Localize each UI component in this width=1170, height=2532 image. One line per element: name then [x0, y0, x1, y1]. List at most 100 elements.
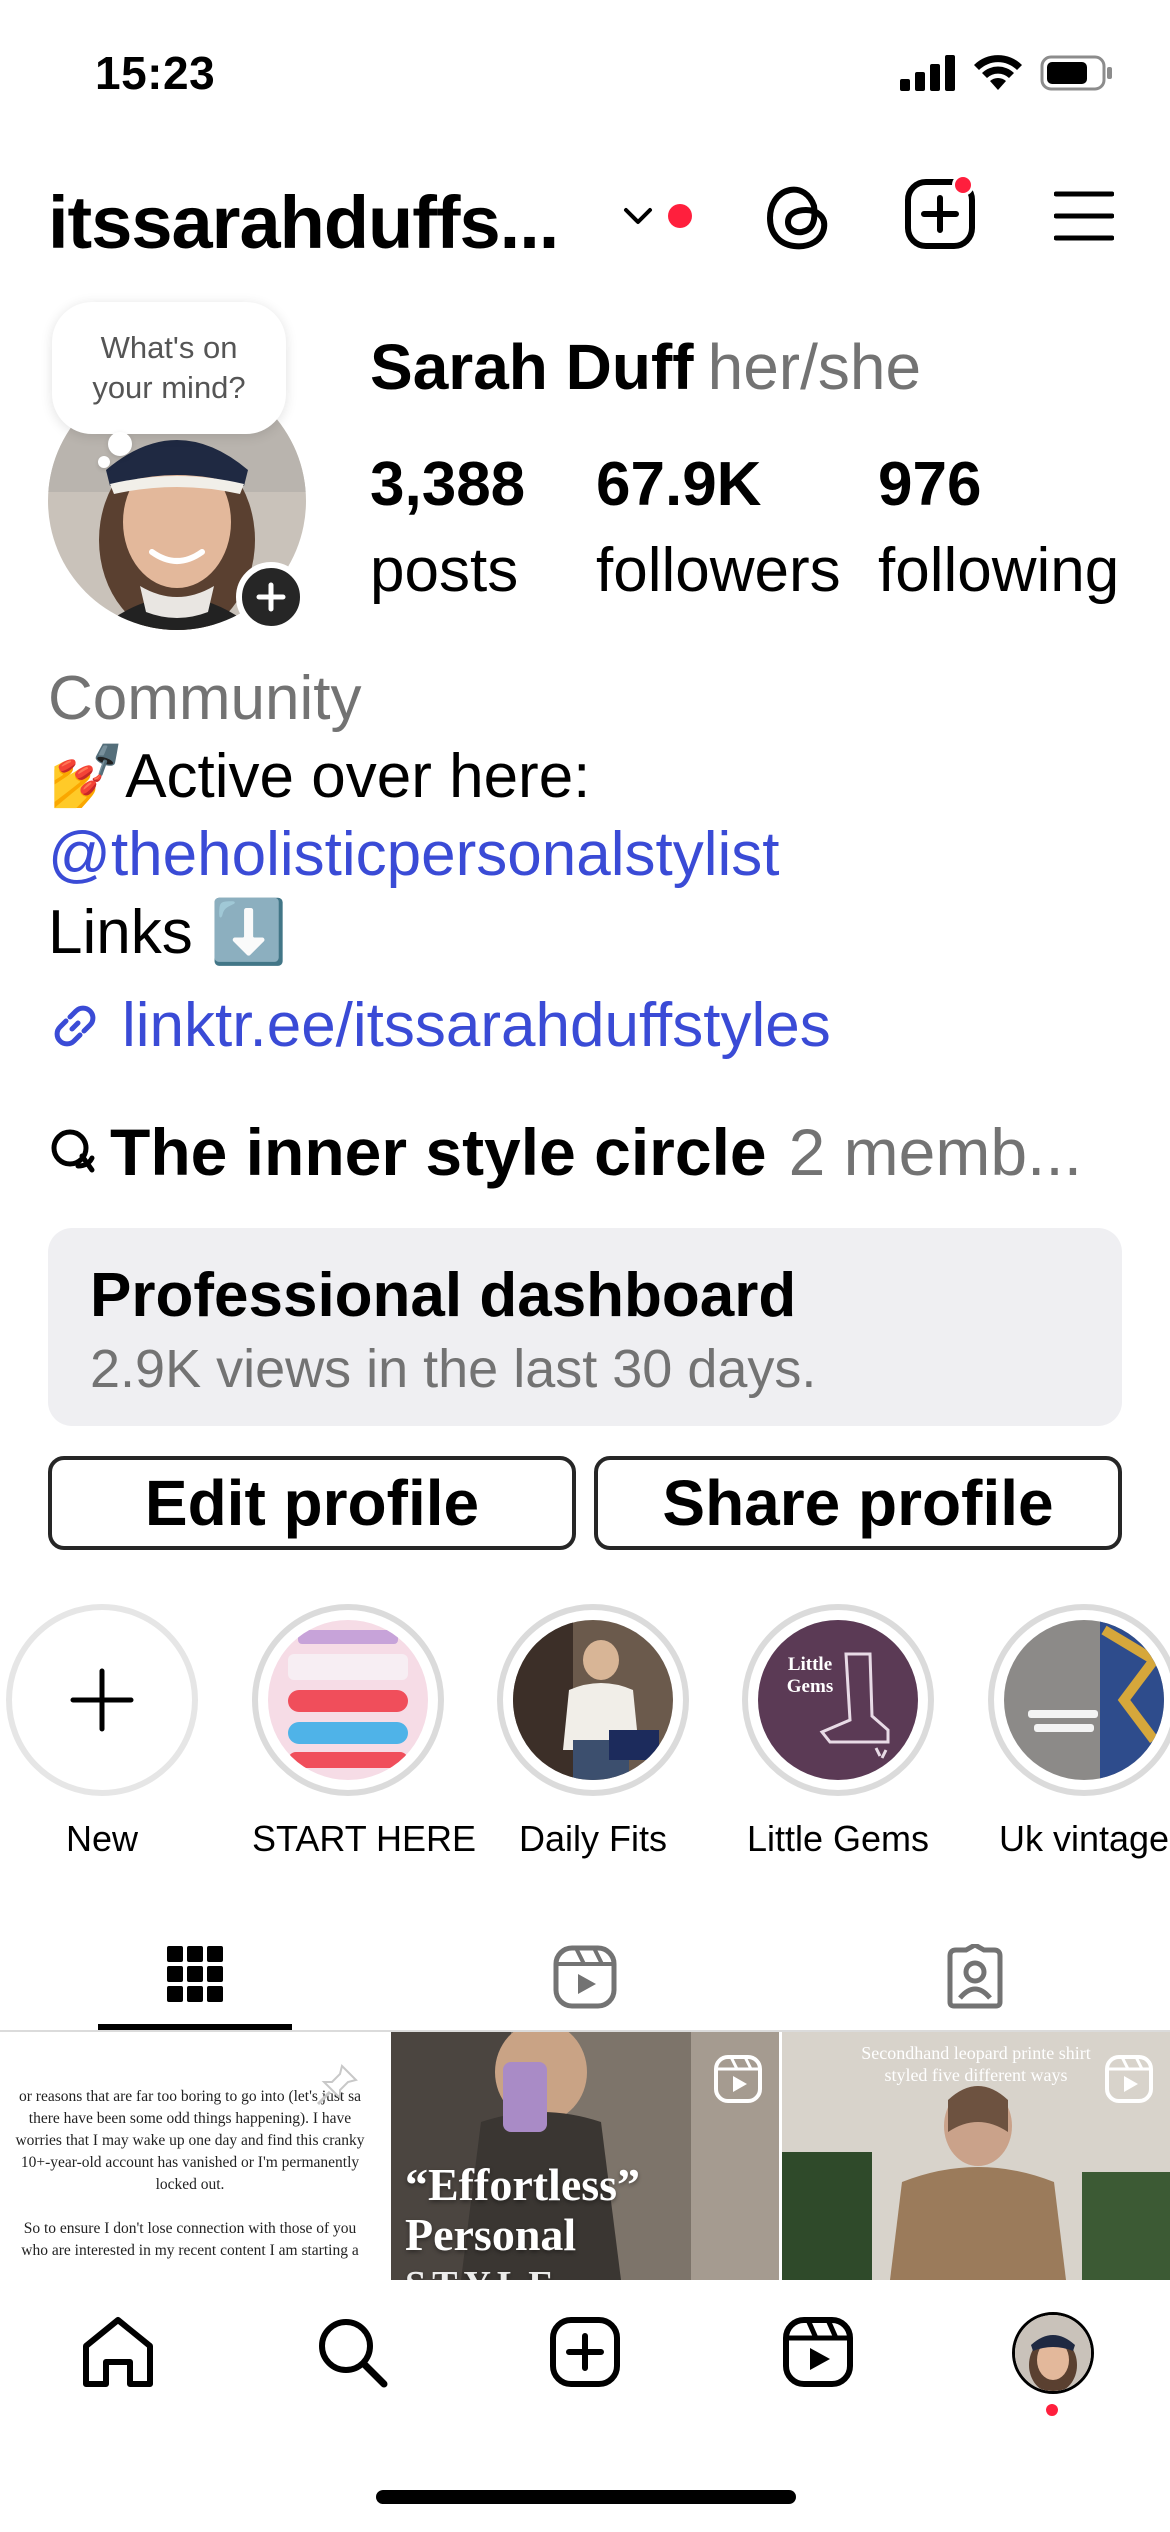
profile-tab-avatar[interactable] [1012, 2312, 1094, 2394]
reel-badge-icon [714, 2055, 762, 2103]
highlight-cover-image [513, 1620, 673, 1780]
add-story-button[interactable] [236, 562, 306, 632]
highlight-cover [268, 1620, 428, 1780]
menu-icon[interactable] [1054, 190, 1114, 242]
note-prompt-line2: your mind? [92, 370, 246, 405]
profile-name-row: Sarah Duff her/she [370, 330, 921, 404]
tagged-user-icon [947, 1944, 1003, 2009]
stat-following[interactable]: 976 following [878, 442, 1119, 614]
professional-dashboard-card[interactable]: Professional dashboard 2.9K views in the… [48, 1228, 1122, 1426]
dashboard-subtitle: 2.9K views in the last 30 days. [90, 1339, 817, 1399]
highlight-cover [513, 1620, 673, 1780]
plus-icon [70, 1668, 134, 1732]
post-thumbnail[interactable]: Secondhand leopard printe shirt styled f… [782, 2032, 1170, 2280]
home-icon[interactable] [78, 2312, 158, 2392]
tab-tagged[interactable] [878, 1924, 1072, 2030]
highlight-label: Little Gems [746, 1818, 930, 1859]
highlight-cover: Little Gems [758, 1620, 918, 1780]
post-thumbnail[interactable]: or reasons that are far too boring to go… [0, 2032, 388, 2280]
home-indicator [376, 2490, 796, 2504]
profile-pronouns: her/she [707, 331, 922, 403]
battery-icon [1040, 55, 1112, 91]
channel-icon [51, 1129, 95, 1173]
highlight-label: START HERE [252, 1818, 477, 1859]
tab-reels[interactable] [488, 1924, 682, 2030]
post-text-line: who are interested in my recent content … [21, 2242, 359, 2259]
channel-name: The inner style circle [110, 1115, 767, 1189]
profile-category: Community [48, 664, 362, 733]
wifi-icon [974, 55, 1022, 90]
profile-name: Sarah Duff [370, 331, 694, 403]
grid-icon [167, 1946, 223, 2002]
stat-label: posts [370, 536, 519, 605]
highlight-ring [252, 1604, 444, 1796]
avatar-photo [1015, 2315, 1091, 2391]
note-prompt-line1: What's on [100, 330, 238, 365]
stat-value: 67.9K [596, 450, 762, 519]
bio-line: 💅Active over here: [48, 742, 591, 811]
reel-badge-icon [1105, 2055, 1153, 2103]
cellular-signal-icon [900, 55, 955, 91]
boot-icon [819, 1652, 890, 1759]
stat-label: followers [596, 536, 841, 605]
broadcast-channel-row[interactable]: The inner style circle 2 memb... [48, 1114, 1082, 1190]
chevron-down-icon[interactable] [620, 198, 656, 234]
highlight-cover [1004, 1620, 1164, 1780]
plus-icon [256, 582, 286, 612]
post-overlay-text: “Effortless” Personal STYLE [405, 2159, 775, 2281]
share-profile-button[interactable]: Share profile [594, 1456, 1122, 1550]
dashboard-title: Professional dashboard [90, 1261, 797, 1330]
highlight-ring [497, 1604, 689, 1796]
stat-followers[interactable]: 67.9K followers [596, 442, 841, 614]
post-overlay-line: “Effortless” Personal [405, 2159, 641, 2260]
post-text-block: or reasons that are far too boring to go… [0, 2086, 388, 2262]
profile-bio: Community 💅Active over here: @theholisti… [48, 660, 1128, 972]
highlight-ring [6, 1604, 198, 1796]
channel-members: 2 memb... [788, 1115, 1083, 1189]
link-icon [54, 1005, 96, 1046]
highlight-cover-image [1004, 1620, 1164, 1780]
highlight-label: Uk vintage [998, 1818, 1170, 1859]
post-text-line: worries that I may wake up one day and f… [15, 2132, 365, 2149]
highlight-label: New [65, 1818, 139, 1859]
account-switcher-username[interactable]: itssarahduffs... [48, 180, 559, 265]
post-overlay-line: STYLE [405, 2260, 775, 2280]
profile-link-text: linktr.ee/itssarahduffstyles [122, 991, 831, 1060]
highlight-new[interactable]: New [6, 1604, 198, 1860]
note-bubble-tail [98, 456, 110, 468]
stat-value: 976 [878, 450, 982, 519]
stat-posts[interactable]: 3,388 posts [370, 442, 525, 614]
pinned-icon [316, 2064, 358, 2106]
highlight-cover-image [268, 1620, 428, 1780]
reels-icon [553, 1945, 617, 2009]
reels-icon[interactable] [778, 2312, 858, 2392]
note-bubble[interactable]: What's on your mind? [52, 302, 286, 434]
notification-dot [1046, 2404, 1058, 2416]
edit-profile-button[interactable]: Edit profile [48, 1456, 576, 1550]
notification-dot [952, 174, 974, 196]
highlight-ring: Little Gems [742, 1604, 934, 1796]
threads-icon[interactable] [762, 176, 834, 256]
highlight-start-here[interactable]: START HERE [252, 1604, 477, 1860]
highlight-daily-fits[interactable]: Daily Fits [497, 1604, 689, 1860]
post-text-line: locked out. [155, 2176, 225, 2193]
notification-dot [668, 204, 692, 228]
status-icons [900, 50, 1120, 96]
bio-line: Links ⬇️ [48, 898, 288, 967]
profile-external-link[interactable]: linktr.ee/itssarahduffstyles [48, 990, 831, 1061]
stat-value: 3,388 [370, 450, 526, 519]
highlight-little-gems[interactable]: Little Gems Little Gems [742, 1604, 934, 1860]
post-text-line: there have been some odd things happenin… [28, 2110, 352, 2127]
status-time: 15:23 [95, 47, 216, 99]
stat-label: following [878, 536, 1120, 605]
highlight-ring [988, 1604, 1170, 1796]
note-bubble-tail [108, 432, 132, 456]
highlight-label: Daily Fits [518, 1818, 667, 1859]
bio-mention-link[interactable]: @theholisticpersonalstylist [48, 816, 1128, 894]
post-thumbnail[interactable]: “Effortless” Personal STYLE [391, 2032, 779, 2280]
search-icon[interactable] [312, 2312, 392, 2392]
create-icon[interactable] [545, 2312, 625, 2392]
tab-posts-grid[interactable] [98, 1924, 292, 2030]
highlight-uk-vintage[interactable]: Uk vintage [988, 1604, 1170, 1860]
post-text-line: So to ensure I don't lose connection wit… [23, 2220, 357, 2237]
